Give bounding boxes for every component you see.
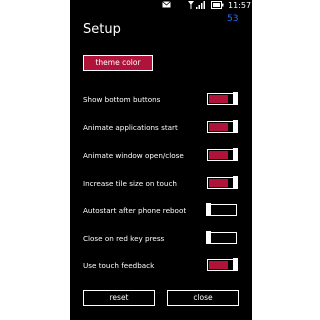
toggle-knob[interactable] <box>233 148 238 161</box>
phone-screen: 11:57 53 Setup theme color Show bottom b… <box>70 0 252 320</box>
toggle-knob[interactable] <box>233 120 238 133</box>
toggle-fill <box>209 123 228 131</box>
toggle-switch[interactable] <box>206 231 237 244</box>
toggle-switch[interactable] <box>207 120 238 133</box>
setting-label: Autostart after phone reboot <box>83 206 187 215</box>
toggle-switch[interactable] <box>207 92 238 105</box>
reset-button[interactable]: reset <box>83 290 155 306</box>
toggle-fill <box>209 95 228 103</box>
battery-icon <box>211 1 224 12</box>
setting-row: Use touch feedback <box>83 258 239 274</box>
setting-row: Increase tile size on touch <box>83 176 239 192</box>
toggle-switch[interactable] <box>206 203 237 216</box>
page-title: Setup <box>83 22 121 37</box>
setting-row: Show bottom buttons <box>83 92 239 108</box>
setting-row: Animate applications start <box>83 120 239 136</box>
message-icon <box>162 1 171 11</box>
setting-label: Animate applications start <box>83 123 178 132</box>
close-button[interactable]: close <box>167 290 239 306</box>
toggle-knob[interactable] <box>206 231 211 244</box>
toggle-fill <box>209 179 228 187</box>
toggle-knob[interactable] <box>206 203 211 216</box>
toggle-switch[interactable] <box>207 148 238 161</box>
toggle-fill <box>209 261 228 269</box>
setting-row: Close on red key press <box>83 231 239 247</box>
toggle-knob[interactable] <box>233 258 238 271</box>
toggle-knob[interactable] <box>233 176 238 189</box>
setting-label: Animate window open/close <box>83 151 184 160</box>
setting-label: Show bottom buttons <box>83 95 161 104</box>
notification-count: 53 <box>227 14 239 24</box>
signal-icon <box>188 1 206 12</box>
clock: 11:57 <box>228 1 252 10</box>
setting-label: Use touch feedback <box>83 261 155 270</box>
setting-label: Close on red key press <box>83 234 165 243</box>
setting-label: Increase tile size on touch <box>83 179 177 188</box>
toggle-switch[interactable] <box>207 258 238 271</box>
setting-row: Animate window open/close <box>83 148 239 164</box>
toggle-switch[interactable] <box>207 176 238 189</box>
toggle-fill <box>209 151 228 159</box>
toggle-knob[interactable] <box>233 92 238 105</box>
status-bar: 11:57 <box>70 0 252 12</box>
setting-row: Autostart after phone reboot <box>83 203 239 219</box>
theme-color-button[interactable]: theme color <box>83 55 153 71</box>
